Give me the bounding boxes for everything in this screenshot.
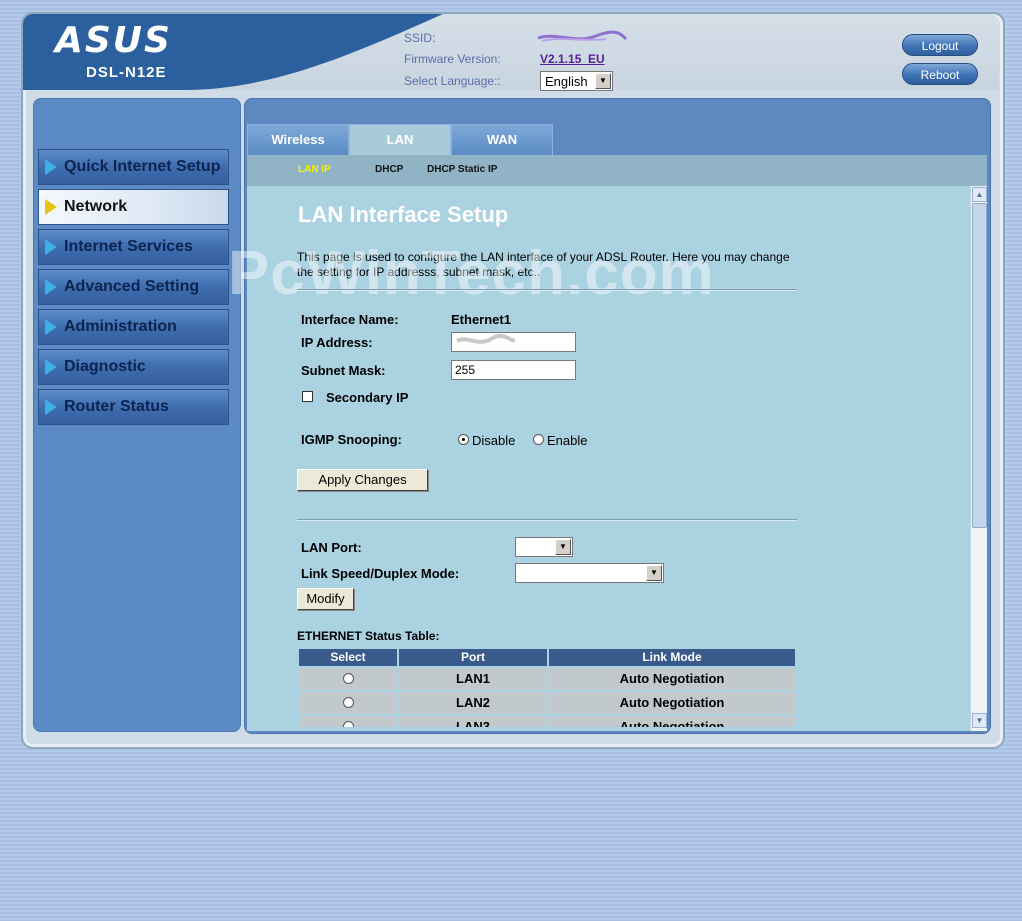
row-select-radio[interactable] — [343, 697, 354, 708]
igmp-disable-radio[interactable] — [458, 434, 469, 445]
scroll-down-icon[interactable]: ▼ — [972, 713, 987, 728]
table-cell-link-mode: Auto Negotiation — [549, 716, 795, 727]
table-cell-port: LAN2 — [399, 692, 547, 714]
interface-name-value: Ethernet1 — [451, 312, 511, 327]
divider — [297, 519, 797, 521]
igmp-enable-radio[interactable] — [533, 434, 544, 445]
tab-lan[interactable]: LAN — [349, 124, 451, 155]
firmware-label: Firmware Version: — [404, 52, 501, 66]
igmp-disable-label: Disable — [472, 433, 516, 448]
language-label: Select Language:: — [404, 74, 501, 88]
link-speed-label: Link Speed/Duplex Mode: — [301, 566, 460, 581]
igmp-snooping-label: IGMP Snooping: — [301, 432, 402, 447]
subnet-mask-value: 255 — [455, 363, 476, 377]
subtab-lan-ip[interactable]: LAN IP — [298, 164, 331, 175]
page-title: LAN Interface Setup — [298, 202, 509, 227]
table-row — [299, 668, 397, 690]
firmware-version: V2.1.15_EU — [540, 52, 605, 66]
arrow-right-icon — [45, 359, 57, 375]
sidebar-item-quick-internet-setup[interactable]: Quick Internet Setup — [38, 149, 229, 185]
sidebar-item-label: Router Status — [64, 398, 169, 415]
chevron-down-icon: ▼ — [646, 565, 662, 581]
table-cell-link-mode: Auto Negotiation — [549, 692, 795, 714]
chevron-down-icon: ▼ — [555, 539, 571, 555]
table-cell-link-mode: Auto Negotiation — [549, 668, 795, 690]
table-header-select: Select — [299, 649, 397, 666]
reboot-button[interactable]: Reboot — [902, 63, 978, 85]
table-header-link-mode: Link Mode — [549, 649, 795, 666]
sidebar-item-internet-services[interactable]: Internet Services — [38, 229, 229, 265]
vertical-scrollbar[interactable]: ▲ ▼ — [970, 186, 987, 731]
firmware-version-link[interactable]: V2.1.15_EU — [540, 52, 605, 66]
table-row — [299, 716, 397, 727]
divider — [297, 289, 797, 291]
sidebar-item-label: Advanced Setting — [64, 278, 200, 295]
asus-logo: ASUS — [55, 20, 172, 61]
sidebar-item-network[interactable]: Network — [38, 189, 229, 225]
subtab-bar — [247, 155, 987, 186]
chevron-down-icon: ▼ — [595, 73, 611, 89]
scroll-thumb[interactable] — [972, 203, 987, 528]
lan-port-label: LAN Port: — [301, 540, 362, 555]
arrow-right-icon — [45, 319, 57, 335]
sidebar-item-label: Network — [64, 198, 128, 215]
sidebar-item-label: Diagnostic — [64, 358, 146, 375]
secondary-ip-label: Secondary IP — [326, 390, 409, 405]
igmp-enable-label: Enable — [547, 433, 588, 448]
apply-changes-button[interactable]: Apply Changes — [297, 469, 428, 491]
subnet-mask-label: Subnet Mask: — [301, 363, 386, 378]
interface-name-label: Interface Name: — [301, 312, 399, 327]
row-select-radio[interactable] — [343, 673, 354, 684]
arrow-right-icon — [45, 159, 57, 175]
model-name: DSL-N12E — [86, 64, 167, 81]
table-header-port: Port — [399, 649, 547, 666]
arrow-right-icon — [45, 399, 57, 415]
row-select-radio[interactable] — [343, 721, 354, 727]
page-description: This page is used to configure the LAN i… — [297, 250, 790, 279]
language-value: English — [545, 74, 588, 89]
ip-address-label: IP Address: — [301, 335, 373, 350]
ssid-value-obscured — [537, 30, 628, 42]
link-speed-select[interactable]: ▼ — [515, 563, 664, 583]
tab-wan[interactable]: WAN — [451, 124, 553, 155]
subtab-dhcp-static-ip[interactable]: DHCP Static IP — [427, 164, 497, 175]
lan-port-select[interactable]: ▼ — [515, 537, 573, 557]
sidebar-item-label: Administration — [64, 318, 177, 335]
sidebar-item-advanced-setting[interactable]: Advanced Setting — [38, 269, 229, 305]
tab-wireless[interactable]: Wireless — [247, 124, 349, 155]
language-select[interactable]: English ▼ — [540, 71, 613, 91]
table-row-partial: LAN3 Auto Negotiation — [299, 716, 795, 727]
secondary-ip-checkbox[interactable] — [302, 391, 313, 402]
sidebar-item-label: Quick Internet Setup — [64, 158, 221, 175]
arrow-right-icon — [45, 199, 57, 215]
table-title: ETHERNET Status Table: — [297, 629, 440, 643]
logout-button[interactable]: Logout — [902, 34, 978, 56]
sidebar-item-administration[interactable]: Administration — [38, 309, 229, 345]
ssid-label: SSID: — [404, 31, 436, 45]
ip-value-obscured — [455, 334, 516, 344]
modify-button[interactable]: Modify — [297, 588, 354, 610]
subtab-dhcp[interactable]: DHCP — [375, 164, 403, 175]
sidebar-item-label: Internet Services — [64, 238, 193, 255]
sidebar-item-diagnostic[interactable]: Diagnostic — [38, 349, 229, 385]
arrow-right-icon — [45, 239, 57, 255]
scroll-up-icon[interactable]: ▲ — [972, 187, 987, 202]
ip-address-field[interactable] — [451, 332, 576, 352]
arrow-right-icon — [45, 279, 57, 295]
subnet-mask-field[interactable]: 255 — [451, 360, 576, 380]
table-cell-port: LAN3 — [399, 716, 547, 727]
sidebar-item-router-status[interactable]: Router Status — [38, 389, 229, 425]
table-cell-port: LAN1 — [399, 668, 547, 690]
table-row — [299, 692, 397, 714]
